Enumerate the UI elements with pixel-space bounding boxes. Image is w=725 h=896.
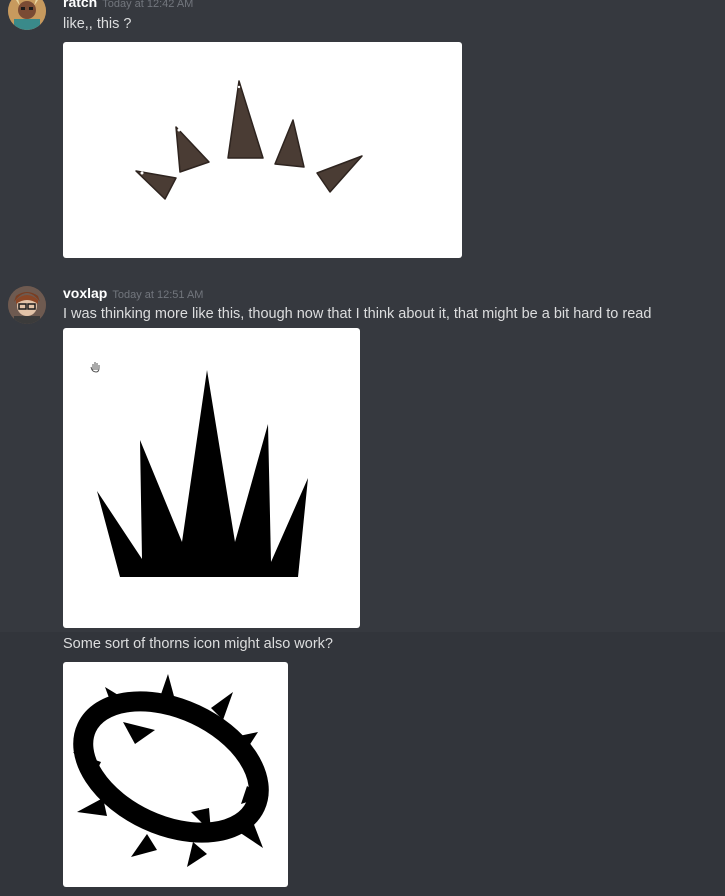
image-attachment[interactable]: [63, 662, 288, 887]
message-group-continuation: Some sort of thorns icon might also work…: [0, 632, 725, 896]
username[interactable]: ratch: [63, 0, 97, 10]
message-text: like,, this ?: [63, 16, 132, 32]
image-attachment[interactable]: [63, 328, 360, 628]
thorns-icon: [73, 674, 269, 867]
cursor-hand-icon: [90, 362, 100, 373]
crown-spikes-icon: [135, 80, 363, 200]
message-header: voxlap Today at 12:51 AM: [63, 285, 203, 303]
message-text: Some sort of thorns icon might also work…: [63, 636, 333, 652]
timestamp: Today at 12:42 AM: [102, 0, 194, 10]
username[interactable]: voxlap: [63, 285, 107, 301]
image-attachment[interactable]: [63, 42, 462, 258]
message-group-ratch: ratch Today at 12:42 AM like,, this ?: [0, 0, 725, 270]
message-group-voxlap: voxlap Today at 12:51 AM I was thinking m…: [0, 270, 725, 632]
avatar[interactable]: [8, 286, 46, 324]
avatar[interactable]: [8, 0, 46, 30]
chat-messages: ratch Today at 12:42 AM like,, this ? vo…: [0, 0, 725, 896]
message-header: ratch Today at 12:42 AM: [63, 0, 193, 12]
crown-spikes-icon: [90, 362, 308, 577]
message-text: I was thinking more like this, though no…: [63, 306, 652, 322]
timestamp: Today at 12:51 AM: [112, 289, 204, 301]
